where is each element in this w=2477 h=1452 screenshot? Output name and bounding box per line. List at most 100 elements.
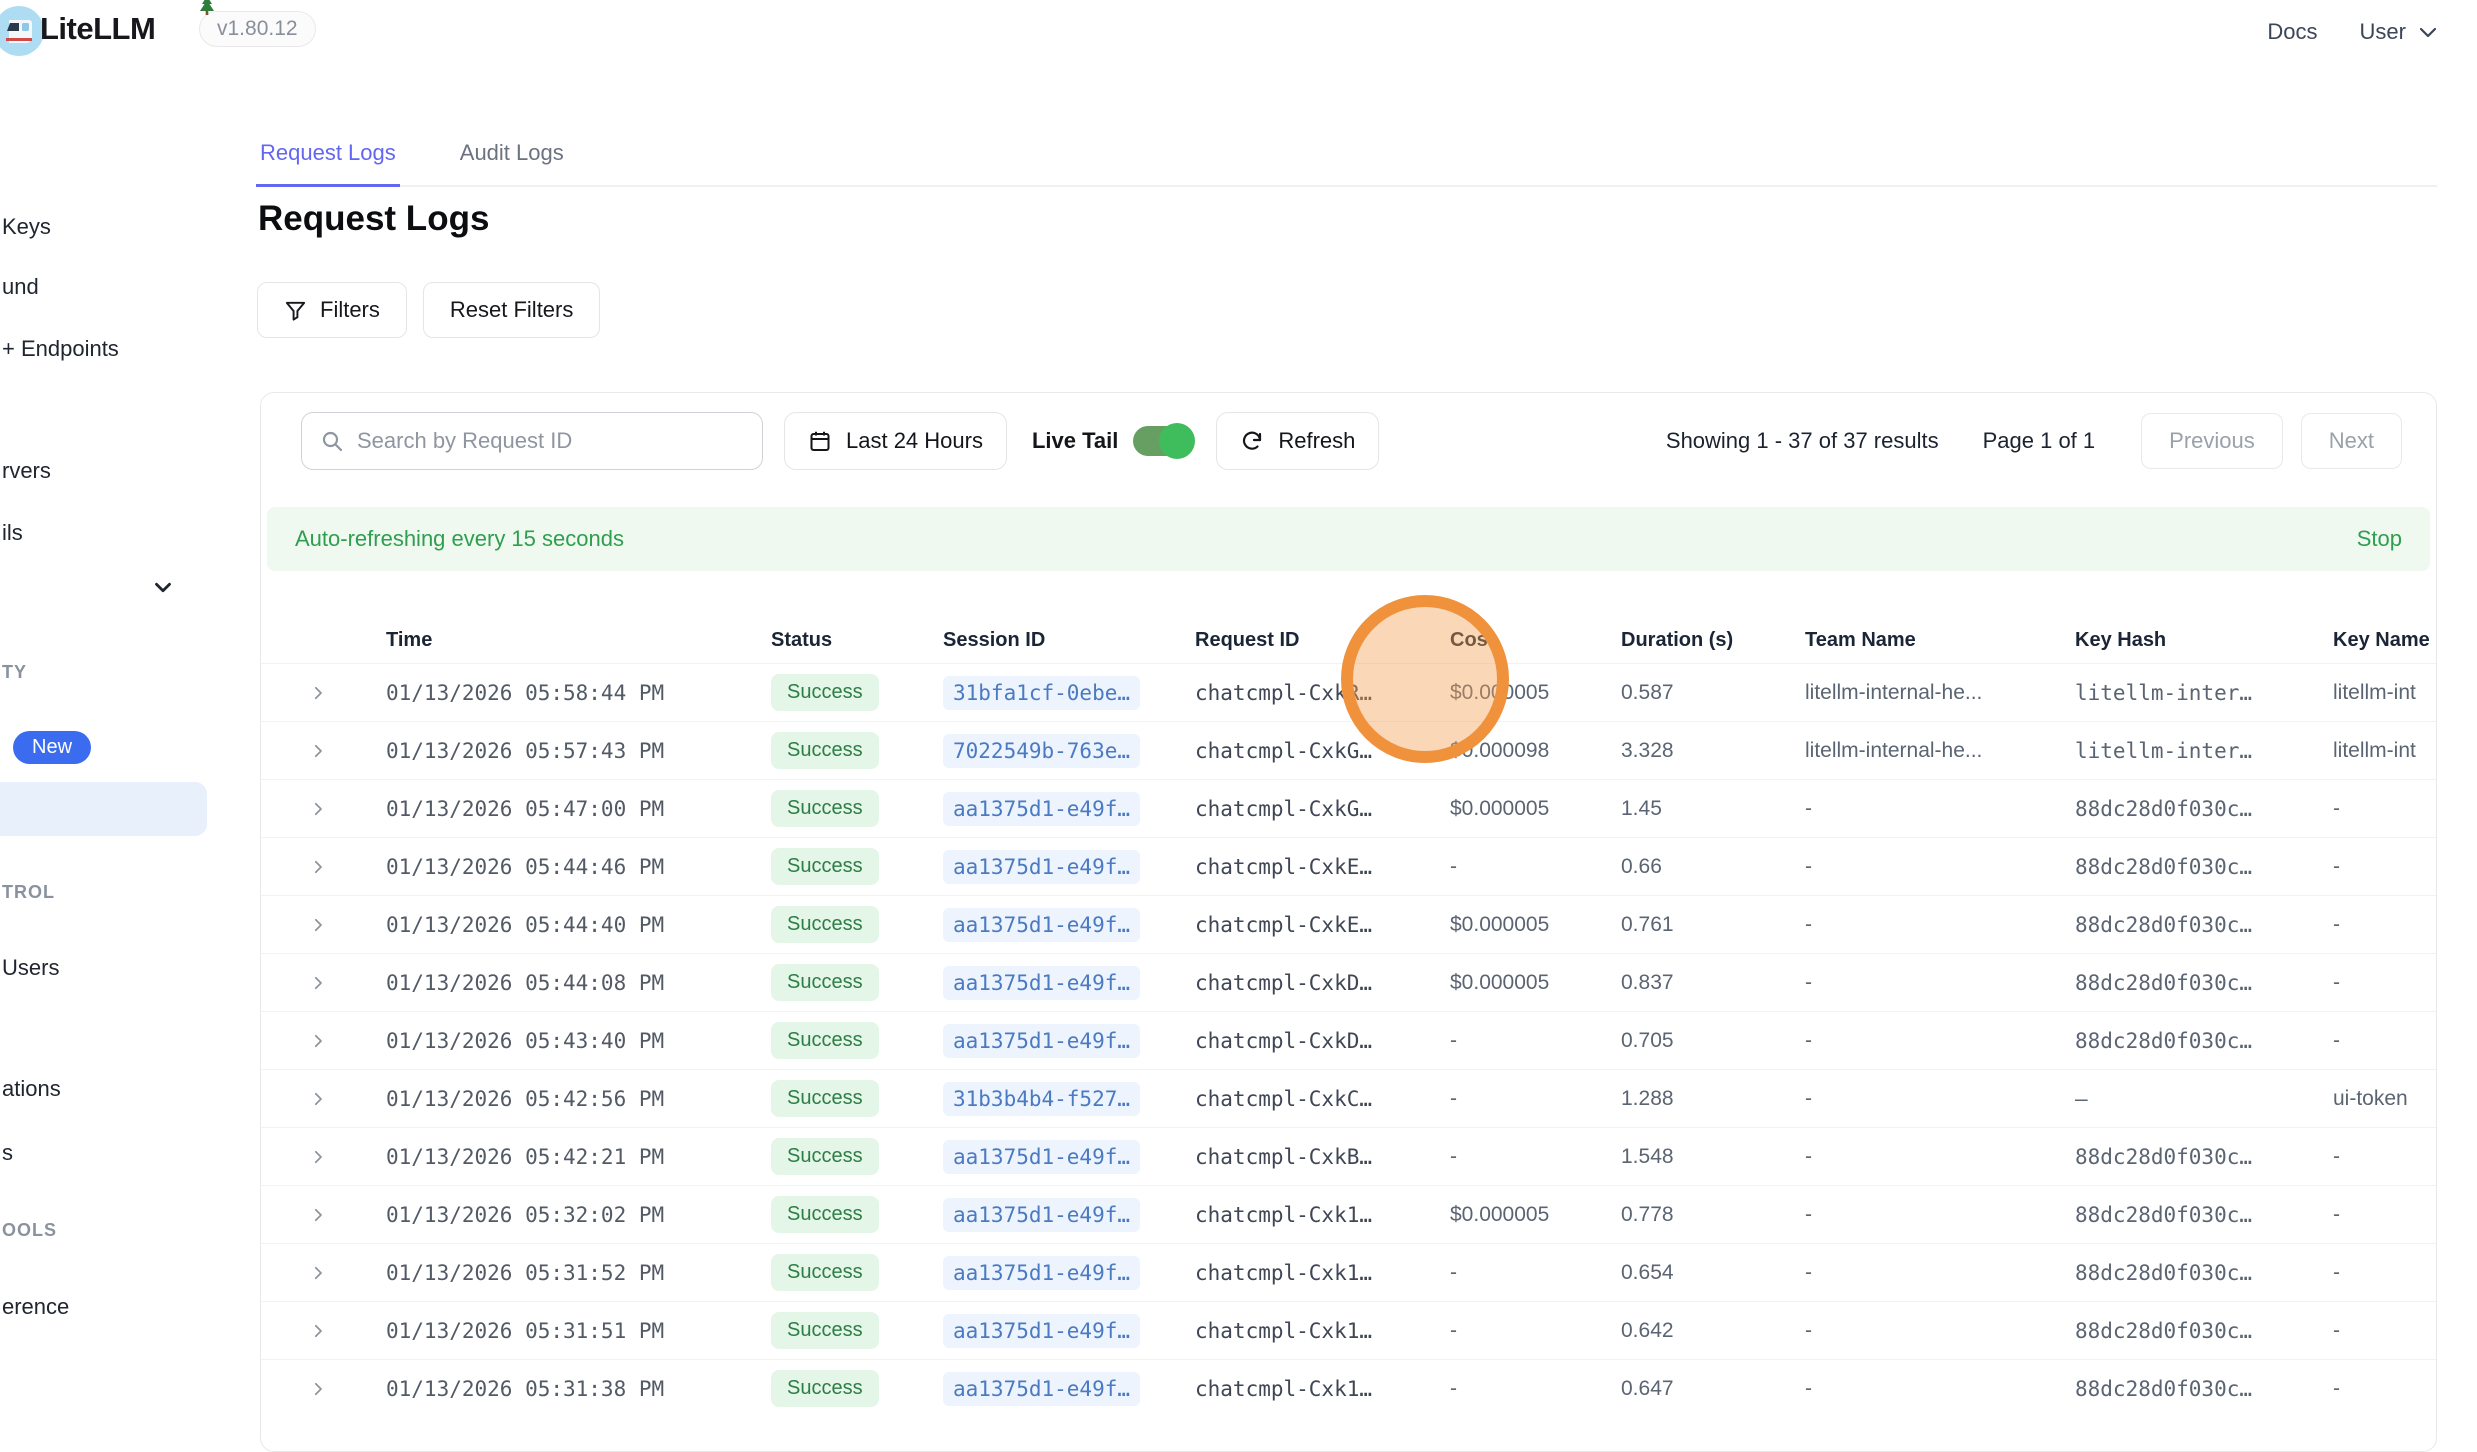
refresh-icon bbox=[1240, 429, 1264, 453]
cell-key-name: - bbox=[2333, 1319, 2436, 1343]
user-menu[interactable]: User bbox=[2360, 19, 2440, 45]
sidebar-item-servers[interactable]: rvers bbox=[2, 458, 51, 484]
cell-request-id: chatcmpl-CxkD… bbox=[1195, 971, 1450, 995]
table-body: 01/13/2026 05:58:44 PM Success 31bfa1cf-… bbox=[261, 663, 2436, 1417]
session-id-link[interactable]: aa1375d1-e49f… bbox=[943, 966, 1140, 1000]
next-page-button[interactable]: Next bbox=[2301, 413, 2402, 469]
expand-row-chevron-right-icon[interactable] bbox=[309, 1090, 386, 1108]
cell-request-id: chatcmpl-Cxk1… bbox=[1195, 1319, 1450, 1343]
previous-page-button[interactable]: Previous bbox=[2141, 413, 2283, 469]
sidebar-item-models-endpoints[interactable]: + Endpoints bbox=[2, 336, 119, 362]
session-id-link[interactable]: 7022549b-763e… bbox=[943, 734, 1140, 768]
cell-duration: 1.45 bbox=[1621, 797, 1805, 821]
column-header: Duration (s) bbox=[1621, 629, 1805, 652]
cell-duration: 0.705 bbox=[1621, 1029, 1805, 1053]
expand-row-chevron-right-icon[interactable] bbox=[309, 1206, 386, 1224]
column-header: Cost bbox=[1450, 629, 1621, 652]
cell-session-id: 31b3b4b4-f527… bbox=[943, 1082, 1195, 1116]
session-id-link[interactable]: aa1375d1-e49f… bbox=[943, 908, 1140, 942]
sidebar-item-api-reference[interactable]: erence bbox=[2, 1294, 69, 1320]
cell-key-hash: 88dc28d0f030c… bbox=[2075, 1145, 2333, 1169]
table-row: 01/13/2026 05:43:40 PM Success aa1375d1-… bbox=[261, 1011, 2436, 1069]
cell-time: 01/13/2026 05:31:38 PM bbox=[386, 1377, 771, 1401]
expand-row-chevron-right-icon[interactable] bbox=[309, 974, 386, 992]
search-box bbox=[301, 412, 763, 470]
expand-row-chevron-right-icon[interactable] bbox=[309, 800, 386, 818]
sidebar-item-keys[interactable]: Keys bbox=[2, 214, 51, 240]
cell-status: Success bbox=[771, 1254, 943, 1291]
status-badge: Success bbox=[771, 1254, 879, 1291]
cell-cost: $0.000005 bbox=[1450, 971, 1621, 995]
expand-row-chevron-right-icon[interactable] bbox=[309, 1264, 386, 1282]
expand-row-chevron-right-icon[interactable] bbox=[309, 1380, 386, 1398]
session-id-link[interactable]: aa1375d1-e49f… bbox=[943, 1024, 1140, 1058]
session-id-link[interactable]: aa1375d1-e49f… bbox=[943, 1314, 1140, 1348]
session-id-link[interactable]: aa1375d1-e49f… bbox=[943, 1372, 1140, 1406]
cell-session-id: aa1375d1-e49f… bbox=[943, 1140, 1195, 1174]
toggle-knob bbox=[1159, 423, 1195, 459]
cell-time: 01/13/2026 05:44:08 PM bbox=[386, 971, 771, 995]
cell-request-id: chatcmpl-Cxk1… bbox=[1195, 1203, 1450, 1227]
session-id-link[interactable]: 31bfa1cf-0ebe… bbox=[943, 676, 1140, 710]
tab-audit-logs[interactable]: Audit Logs bbox=[456, 134, 568, 185]
chevron-down-icon bbox=[2416, 20, 2440, 44]
cell-duration: 1.548 bbox=[1621, 1145, 1805, 1169]
expand-row-chevron-right-icon[interactable] bbox=[309, 1148, 386, 1166]
sidebar-item-organizations[interactable]: ations bbox=[2, 1076, 61, 1102]
table-row: 01/13/2026 05:42:56 PM Success 31b3b4b4-… bbox=[261, 1069, 2436, 1127]
expand-row-chevron-right-icon[interactable] bbox=[309, 1322, 386, 1340]
cell-status: Success bbox=[771, 732, 943, 769]
session-id-link[interactable]: aa1375d1-e49f… bbox=[943, 1198, 1140, 1232]
cell-session-id: aa1375d1-e49f… bbox=[943, 850, 1195, 884]
tab-request-logs[interactable]: Request Logs bbox=[256, 134, 400, 187]
cell-time: 01/13/2026 05:32:02 PM bbox=[386, 1203, 771, 1227]
cell-time: 01/13/2026 05:44:40 PM bbox=[386, 913, 771, 937]
expand-row-chevron-right-icon[interactable] bbox=[309, 916, 386, 934]
column-header: Key Hash bbox=[2075, 629, 2333, 652]
cell-key-name: - bbox=[2333, 855, 2436, 879]
expand-row-chevron-right-icon[interactable] bbox=[309, 742, 386, 760]
sidebar-item-playground[interactable]: und bbox=[2, 274, 39, 300]
docs-link[interactable]: Docs bbox=[2267, 19, 2317, 45]
cell-status: Success bbox=[771, 1196, 943, 1233]
cell-status: Success bbox=[771, 964, 943, 1001]
reset-filters-button[interactable]: Reset Filters bbox=[423, 282, 600, 338]
cell-key-hash: litellm-inter… bbox=[2075, 681, 2333, 705]
cell-cost: - bbox=[1450, 1319, 1621, 1343]
cell-session-id: aa1375d1-e49f… bbox=[943, 792, 1195, 826]
time-range-button[interactable]: Last 24 Hours bbox=[784, 412, 1007, 470]
session-id-link[interactable]: aa1375d1-e49f… bbox=[943, 792, 1140, 826]
session-id-link[interactable]: aa1375d1-e49f… bbox=[943, 850, 1140, 884]
cell-duration: 0.647 bbox=[1621, 1377, 1805, 1401]
status-badge: Success bbox=[771, 1080, 879, 1117]
stop-auto-refresh-button[interactable]: Stop bbox=[2357, 526, 2402, 552]
session-id-link[interactable]: aa1375d1-e49f… bbox=[943, 1256, 1140, 1290]
auto-refresh-message: Auto-refreshing every 15 seconds bbox=[295, 526, 624, 552]
status-badge: Success bbox=[771, 1196, 879, 1233]
expand-row-chevron-right-icon[interactable] bbox=[309, 684, 386, 702]
filters-button[interactable]: Filters bbox=[257, 282, 407, 338]
table-row: 01/13/2026 05:42:21 PM Success aa1375d1-… bbox=[261, 1127, 2436, 1185]
sidebar-expand-chevron-down-icon[interactable] bbox=[150, 574, 176, 600]
sidebar-item-teams[interactable]: s bbox=[2, 1140, 13, 1166]
refresh-button[interactable]: Refresh bbox=[1216, 412, 1379, 470]
cell-session-id: aa1375d1-e49f… bbox=[943, 1314, 1195, 1348]
cell-session-id: aa1375d1-e49f… bbox=[943, 908, 1195, 942]
session-id-link[interactable]: aa1375d1-e49f… bbox=[943, 1140, 1140, 1174]
session-id-link[interactable]: 31b3b4b4-f527… bbox=[943, 1082, 1140, 1116]
table-row: 01/13/2026 05:31:38 PM Success aa1375d1-… bbox=[261, 1359, 2436, 1417]
cell-team-name: - bbox=[1805, 1087, 2075, 1111]
status-badge: Success bbox=[771, 1022, 879, 1059]
cell-cost: $0.000098 bbox=[1450, 739, 1621, 763]
app-title: LiteLLM bbox=[40, 11, 155, 47]
sidebar-section-tools: OOLS bbox=[2, 1220, 57, 1241]
expand-row-chevron-right-icon[interactable] bbox=[309, 1032, 386, 1050]
sidebar-item-guardrails[interactable]: ils bbox=[2, 520, 23, 546]
live-tail-toggle[interactable] bbox=[1133, 426, 1193, 456]
cell-duration: 0.654 bbox=[1621, 1261, 1805, 1285]
cell-duration: 3.328 bbox=[1621, 739, 1805, 763]
sidebar-item-internal-users[interactable]: Users bbox=[2, 955, 59, 981]
sidebar-item-logs-selected[interactable] bbox=[0, 782, 207, 836]
search-input[interactable] bbox=[357, 428, 744, 454]
expand-row-chevron-right-icon[interactable] bbox=[309, 858, 386, 876]
